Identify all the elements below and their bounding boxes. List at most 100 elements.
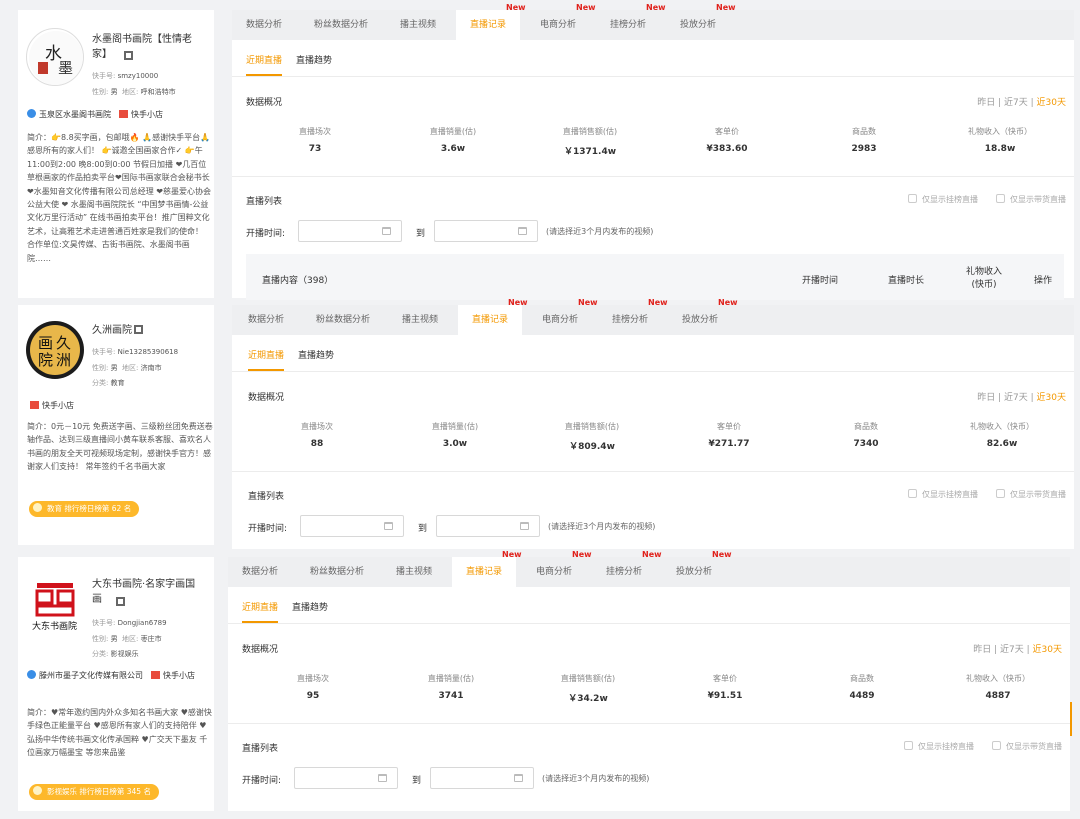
subtab-recent-live[interactable]: 近期直播 (242, 599, 279, 623)
subtab-live-trend[interactable]: 直播趋势 (296, 52, 332, 76)
stat-label: 礼物收入（快币） (966, 674, 1030, 683)
account-gender-region: 性别: 男 地区: 枣庄市 (92, 635, 162, 643)
new-badge: New (716, 3, 736, 12)
tab-ecommerce[interactable]: 电商分析 New (536, 550, 592, 587)
col-duration[interactable]: 直播时长 (888, 273, 924, 286)
col-start-time[interactable]: 开播时间 (802, 273, 838, 286)
range-7d[interactable]: 近7天 (1004, 98, 1028, 108)
divider (228, 623, 1070, 624)
tab-fans-analysis[interactable]: 粉丝数据分析 (310, 557, 364, 587)
tab-fans-analysis[interactable]: 粉丝数据分析 (314, 10, 368, 40)
account-name[interactable]: 水墨阁书画院【性情老家】 (92, 32, 204, 62)
date-range-switch: 昨日 | 近7天 | 近30天 (973, 645, 1062, 655)
rank-badge[interactable]: 教育 排行榜日榜第 62 名 (29, 501, 140, 517)
subtab-recent-live[interactable]: 近期直播 (248, 347, 285, 371)
avatar[interactable]: 大东书画院 (26, 577, 84, 635)
new-badge: New (576, 3, 596, 12)
to-label: 到 (412, 776, 422, 786)
stat-label: 直播销量(估) (431, 422, 479, 431)
tab-videos[interactable]: 播主视频 (400, 10, 436, 40)
tab-live-records[interactable]: 直播记录 New (458, 298, 528, 335)
qrcode-icon[interactable] (134, 325, 143, 334)
filter-ranked-checkbox[interactable]: 仅显示挂榜直播 (908, 489, 978, 500)
shop-link[interactable]: 快手小店 (42, 401, 74, 410)
subtab-live-trend[interactable]: 直播趋势 (292, 599, 328, 623)
range-yesterday[interactable]: 昨日 (977, 98, 995, 108)
range-7d[interactable]: 近7天 (1004, 393, 1028, 403)
filter-ranked-checkbox[interactable]: 仅显示挂榜直播 (904, 741, 974, 752)
new-badge: New (572, 550, 592, 559)
range-yesterday[interactable]: 昨日 (977, 393, 995, 403)
stat-value: 4887 (985, 691, 1011, 701)
scrollbar-thumb[interactable] (1070, 702, 1072, 736)
filter-sales-checkbox[interactable]: 仅显示带货直播 (996, 194, 1066, 205)
tab-ranking[interactable]: 挂榜分析 New (612, 298, 668, 335)
tab-videos[interactable]: 播主视频 (396, 557, 432, 587)
tab-live-records[interactable]: 直播记录 New (456, 3, 526, 40)
filter-sales-checkbox[interactable]: 仅显示带货直播 (992, 741, 1062, 752)
start-date-input[interactable] (294, 767, 398, 789)
filter-ranked-checkbox[interactable]: 仅显示挂榜直播 (908, 194, 978, 205)
date-hint: (请选择近3个月内发布的视频) (546, 227, 654, 236)
tab-live-records[interactable]: 直播记录 New (452, 550, 522, 587)
tab-data-analysis[interactable]: 数据分析 (248, 305, 284, 335)
range-30d[interactable]: 近30天 (1037, 393, 1066, 403)
tab-ranking[interactable]: 挂榜分析 New (610, 3, 666, 40)
range-30d[interactable]: 近30天 (1033, 645, 1062, 655)
account-name[interactable]: 大东书画院·名家字画国画 (92, 577, 204, 607)
tab-bar: 数据分析 粉丝数据分析 播主视频 直播记录 New 电商分析 New 挂榜分析 New… (228, 550, 1070, 587)
qrcode-icon[interactable] (116, 597, 125, 606)
shop-link[interactable]: 快手小店 (163, 671, 195, 680)
tab-ranking[interactable]: 挂榜分析 New (606, 550, 662, 587)
calendar-icon (384, 522, 393, 530)
tab-data-analysis[interactable]: 数据分析 (246, 10, 282, 40)
rank-badge[interactable]: 影视娱乐 排行榜日榜第 345 名 (29, 784, 159, 800)
account-panel-2: 久 画 院 洲 久洲画院 快手号: Nie13285390618 性别: 男 地… (6, 298, 1074, 549)
tab-data-analysis[interactable]: 数据分析 (242, 557, 278, 587)
tab-ads[interactable]: 投放分析 New (680, 3, 736, 40)
stat-label: 客单价 (717, 422, 741, 431)
account-name[interactable]: 久洲画院 (92, 323, 143, 338)
calendar-icon (520, 522, 529, 530)
tab-ecommerce[interactable]: 电商分析 New (542, 298, 598, 335)
tab-videos[interactable]: 播主视频 (402, 305, 438, 335)
avatar[interactable]: 水 墨 (26, 28, 84, 86)
shop-icon (30, 401, 39, 409)
divider (232, 176, 1074, 177)
account-id: 快手号: Nie13285390618 (92, 348, 179, 356)
range-30d[interactable]: 近30天 (1037, 98, 1066, 108)
verify-row: 滕州市墨子文化传媒有限公司 快手小店 (27, 669, 213, 682)
subtab-live-trend[interactable]: 直播趋势 (298, 347, 334, 371)
start-date-input[interactable] (300, 515, 404, 537)
stat-value: 3741 (438, 691, 464, 701)
account-gender-region: 性别: 男 地区: 呼和浩特市 (92, 88, 176, 96)
col-gift-income[interactable]: 礼物收入 (快币) (966, 266, 1002, 292)
tab-fans-analysis[interactable]: 粉丝数据分析 (316, 305, 370, 335)
range-yesterday[interactable]: 昨日 (973, 645, 991, 655)
new-badge: New (712, 550, 732, 559)
new-badge: New (578, 298, 598, 307)
end-date-input[interactable] (430, 767, 534, 789)
tab-ads[interactable]: 投放分析 New (682, 298, 738, 335)
col-live-content[interactable]: 直播内容（398） (262, 273, 333, 286)
qrcode-icon[interactable] (124, 51, 133, 60)
start-date-input[interactable] (298, 220, 402, 242)
new-badge: New (506, 3, 526, 12)
range-7d[interactable]: 近7天 (1000, 645, 1024, 655)
tab-ads[interactable]: 投放分析 New (676, 550, 732, 587)
date-range-switch: 昨日 | 近7天 | 近30天 (977, 393, 1066, 403)
account-id: 快手号: smzy10000 (92, 72, 159, 80)
table-header: 直播内容（398） 开播时间 直播时长 礼物收入 (快币) 操作 (246, 254, 1064, 300)
tab-bar: 数据分析 粉丝数据分析 播主视频 直播记录 New 电商分析 New 挂榜分析 New… (232, 3, 1074, 40)
calendar-icon (514, 774, 523, 782)
shop-link[interactable]: 快手小店 (131, 110, 163, 119)
end-date-input[interactable] (436, 515, 540, 537)
tab-bar: 数据分析 粉丝数据分析 播主视频 直播记录 New 电商分析 New 挂榜分析 New… (232, 298, 1074, 335)
end-date-input[interactable] (434, 220, 538, 242)
avatar[interactable]: 久 画 院 洲 (26, 321, 84, 379)
filter-sales-checkbox[interactable]: 仅显示带货直播 (996, 489, 1066, 500)
main-content: 数据分析 粉丝数据分析 播主视频 直播记录 New 电商分析 New 挂榜分析 New… (232, 3, 1074, 300)
verified-icon (27, 670, 36, 679)
subtab-recent-live[interactable]: 近期直播 (246, 52, 283, 76)
tab-ecommerce[interactable]: 电商分析 New (540, 3, 596, 40)
